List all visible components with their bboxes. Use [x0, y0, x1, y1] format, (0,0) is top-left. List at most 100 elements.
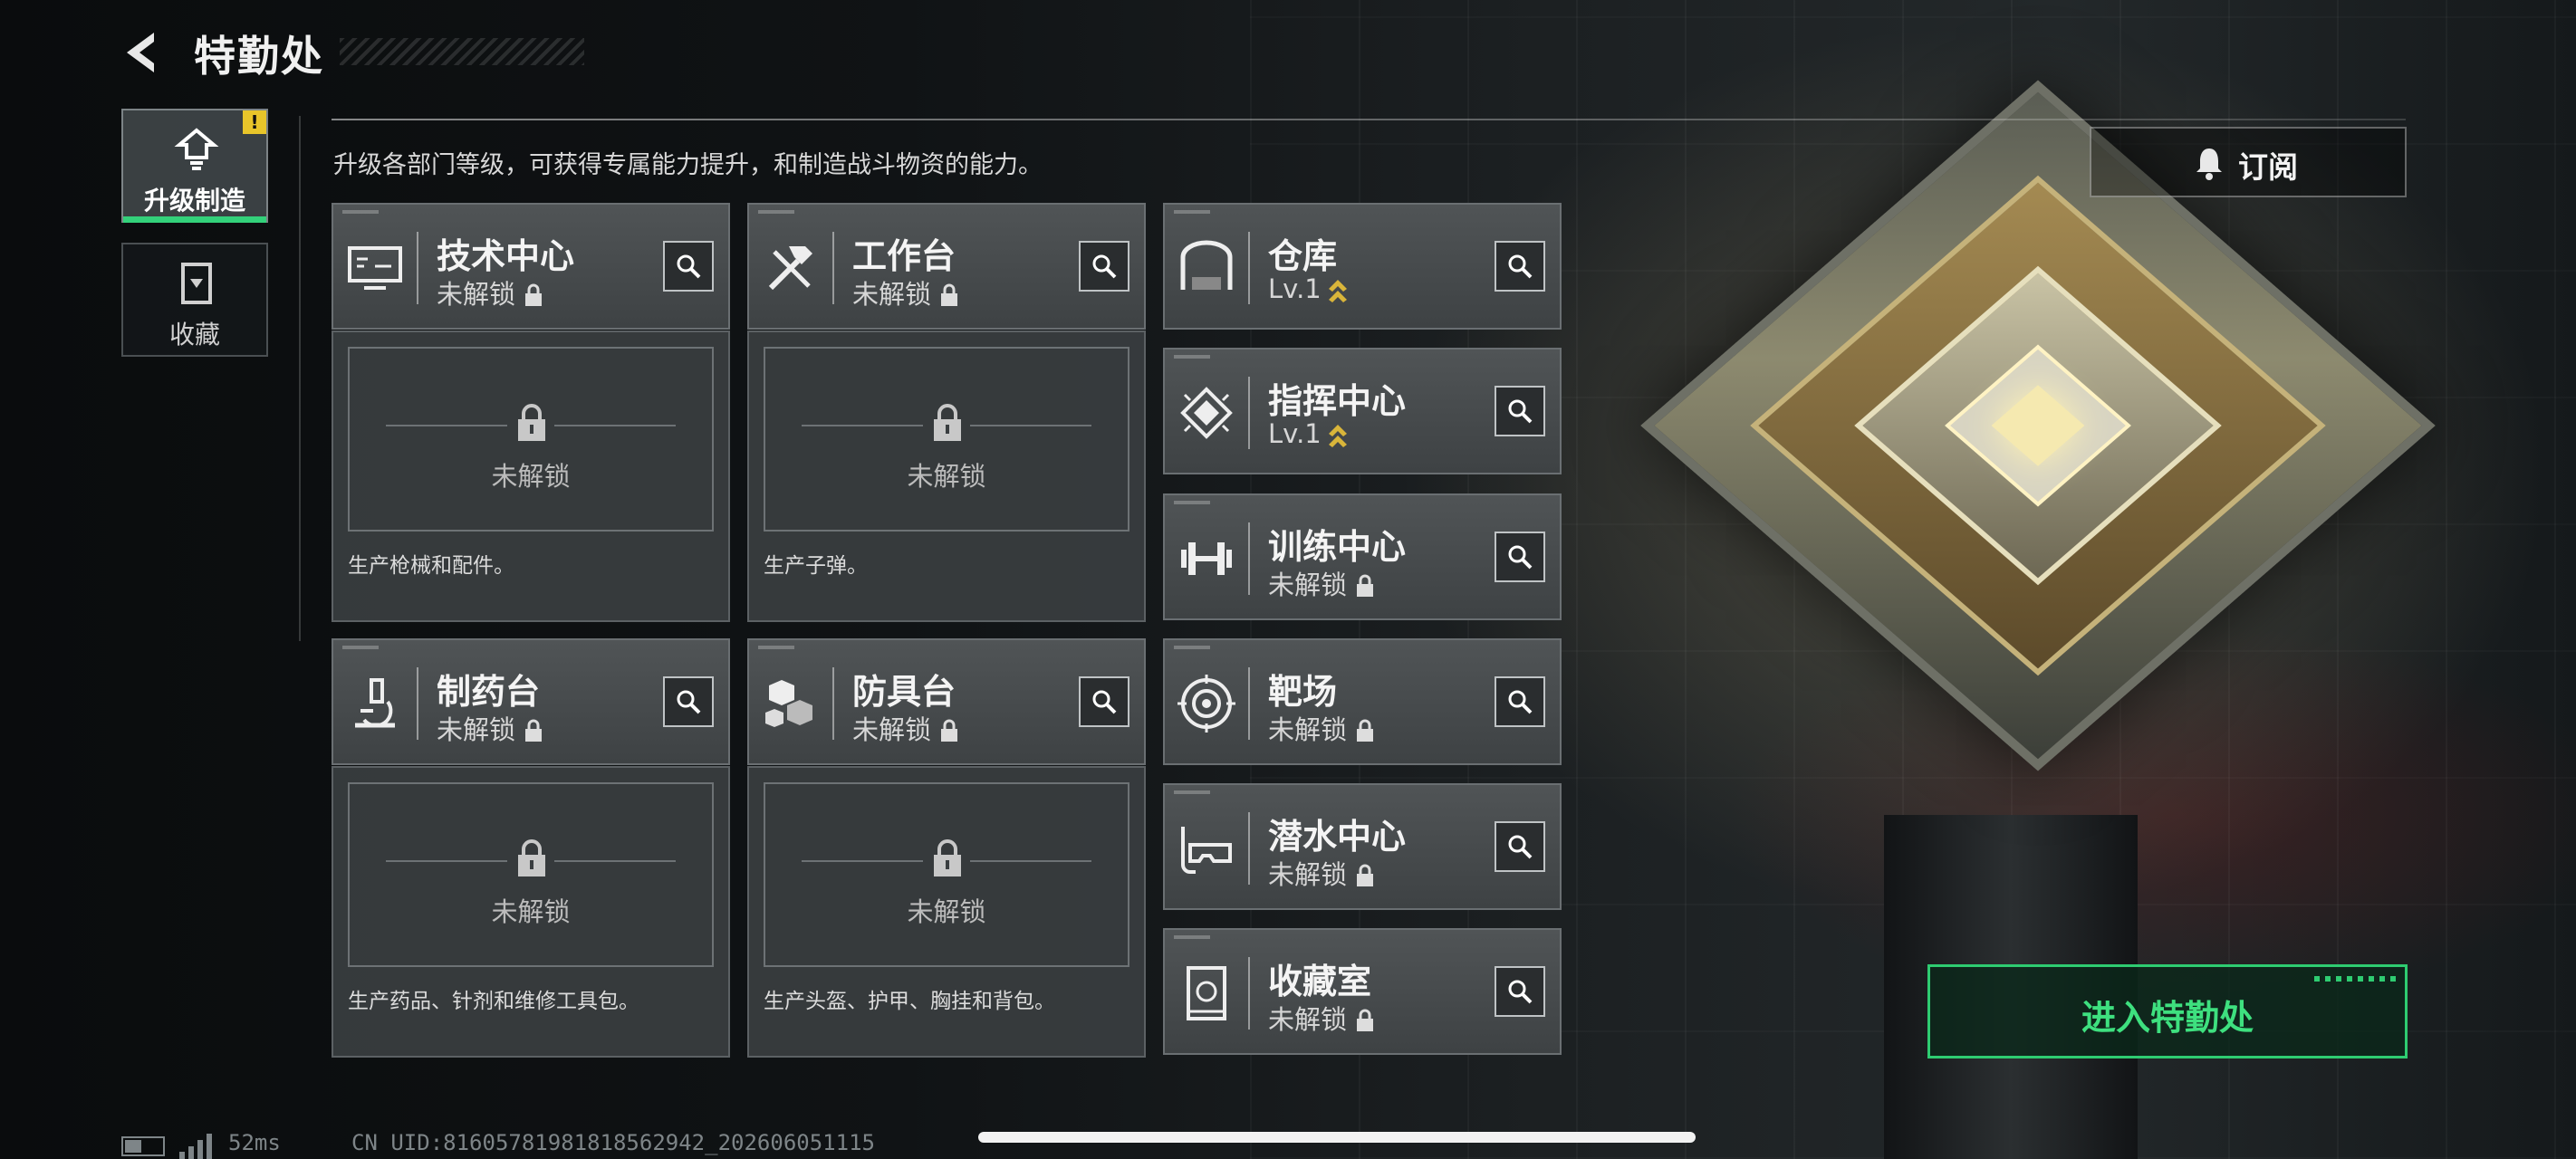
dept-detail-armor-bench: 未解锁 生产头盔、护甲、胸挂和背包。	[747, 766, 1146, 1058]
search-button[interactable]	[1495, 386, 1545, 436]
dept-card-pharmacy[interactable]: 制药台 未解锁	[332, 638, 730, 765]
dumbbell-icon	[1181, 542, 1232, 575]
subscribe-button[interactable]: 订阅	[2090, 127, 2407, 197]
dept-status: 未解锁	[437, 709, 543, 747]
search-button[interactable]	[1495, 532, 1545, 582]
battery-icon	[121, 1136, 165, 1156]
header-rule	[332, 119, 2406, 120]
ping-readout: 52ms	[228, 1130, 281, 1155]
lock-icon	[525, 719, 543, 742]
dept-name: 工作台	[852, 236, 956, 276]
locked-label: 未解锁	[907, 896, 986, 927]
level-up-arrow-icon	[1328, 280, 1347, 302]
chip-icon	[1180, 387, 1233, 439]
lock-icon	[1357, 719, 1374, 742]
page-subtitle: 升级各部门等级，可获得专属能力提升，和制造战斗物资的能力。	[333, 151, 1043, 179]
dept-description: 生产枪械和配件。	[348, 554, 514, 578]
search-button[interactable]	[1495, 241, 1545, 292]
home-indicator[interactable]	[978, 1132, 1696, 1143]
user-uid: CN UID:8160578198181856​2942_20260605111…	[351, 1130, 875, 1155]
locked-label: 未解锁	[491, 461, 571, 492]
search-button[interactable]	[1079, 676, 1129, 727]
dept-card-workbench[interactable]: 工作台 未解锁	[747, 203, 1146, 330]
dept-name: 靶场	[1268, 672, 1338, 712]
dept-status: Lv.1	[1268, 418, 1349, 449]
lock-icon	[518, 404, 545, 441]
dept-status: 未解锁	[1268, 709, 1374, 747]
dept-card-warehouse[interactable]: 仓库 Lv.1	[1163, 203, 1562, 330]
dept-description: 生产药品、针剂和维修工具包。	[348, 990, 639, 1013]
search-button[interactable]	[1495, 676, 1545, 727]
hammer-wrench-icon	[768, 246, 812, 291]
search-icon	[1508, 690, 1533, 714]
dept-detail-tech-center: 未解锁 生产枪械和配件。	[332, 330, 730, 622]
dept-detail-workbench: 未解锁 生产子弹。	[747, 330, 1146, 622]
dept-status: 未解锁	[852, 273, 958, 311]
dept-card-diving-center[interactable]: 潜水中心 未解锁	[1163, 783, 1562, 910]
dept-status: 未解锁	[437, 273, 543, 311]
target-icon	[1177, 675, 1235, 733]
search-icon	[1092, 690, 1117, 714]
dept-name: 防具台	[852, 672, 956, 712]
enter-special-ops-button[interactable]: 进入特勤处	[1927, 964, 2408, 1058]
search-icon	[1092, 254, 1117, 279]
search-button[interactable]	[663, 676, 714, 727]
cubes-icon	[765, 680, 812, 727]
bell-icon	[2196, 148, 2222, 180]
nav-divider	[299, 116, 301, 641]
tab-label: 升级制造	[143, 186, 245, 216]
dept-card-collection-room[interactable]: 收藏室 未解锁	[1163, 928, 1562, 1055]
lock-icon	[941, 283, 958, 306]
tab-collection[interactable]: 收藏	[121, 243, 268, 357]
back-arrow-icon[interactable]	[118, 27, 168, 78]
upgrade-icon	[174, 128, 219, 170]
warning-badge: !	[243, 110, 266, 134]
dept-name: 收藏室	[1268, 962, 1372, 1001]
search-icon	[677, 690, 701, 714]
lock-icon	[941, 719, 958, 742]
search-icon	[1508, 980, 1533, 1004]
title-decoration	[340, 38, 584, 65]
locked-label: 未解锁	[907, 461, 986, 492]
dept-name: 指挥中心	[1268, 381, 1407, 421]
collection-icon	[1187, 966, 1226, 1020]
search-icon	[1508, 835, 1533, 859]
dept-card-tech-center[interactable]: 技术中心 未解锁	[332, 203, 730, 330]
dept-status: 未解锁	[1268, 564, 1374, 602]
tab-label: 收藏	[168, 320, 220, 350]
subscribe-label: 订阅	[2238, 149, 2298, 185]
lock-icon	[518, 839, 545, 876]
search-icon	[1508, 254, 1533, 279]
tab-upgrade-craft[interactable]: ! 升级制造	[121, 109, 268, 223]
dept-status: Lv.1	[1268, 273, 1349, 304]
dept-card-armor-bench[interactable]: 防具台 未解锁	[747, 638, 1146, 765]
lock-icon	[1357, 864, 1374, 886]
monitor-icon	[348, 246, 402, 290]
lock-icon	[934, 839, 961, 876]
dept-card-training-center[interactable]: 训练中心 未解锁	[1163, 493, 1562, 620]
dept-name: 潜水中心	[1268, 817, 1407, 857]
dept-name: 技术中心	[437, 236, 575, 276]
lock-icon	[1357, 574, 1374, 597]
dept-card-shooting-range[interactable]: 靶场 未解锁	[1163, 638, 1562, 765]
dept-status: 未解锁	[852, 709, 958, 747]
dept-description: 生产头盔、护甲、胸挂和背包。	[764, 990, 1055, 1013]
dept-status: 未解锁	[1268, 999, 1374, 1037]
search-icon	[1508, 545, 1533, 570]
search-button[interactable]	[663, 241, 714, 292]
search-button[interactable]	[1495, 966, 1545, 1017]
lock-icon	[934, 404, 961, 441]
dept-card-command-center[interactable]: 指挥中心 Lv.1	[1163, 348, 1562, 474]
lock-icon	[525, 283, 543, 306]
search-button[interactable]	[1495, 821, 1545, 872]
dept-name: 仓库	[1268, 236, 1338, 276]
enter-button-label: 进入特勤处	[2081, 998, 2254, 1038]
dept-description: 生产子弹。	[764, 554, 868, 578]
locked-label: 未解锁	[491, 896, 571, 927]
dept-name: 制药台	[437, 672, 541, 712]
collection-cabinet-icon	[181, 263, 212, 304]
search-icon	[677, 254, 701, 279]
search-button[interactable]	[1079, 241, 1129, 292]
signal-icon	[179, 1134, 212, 1159]
lock-icon	[1357, 1009, 1374, 1031]
